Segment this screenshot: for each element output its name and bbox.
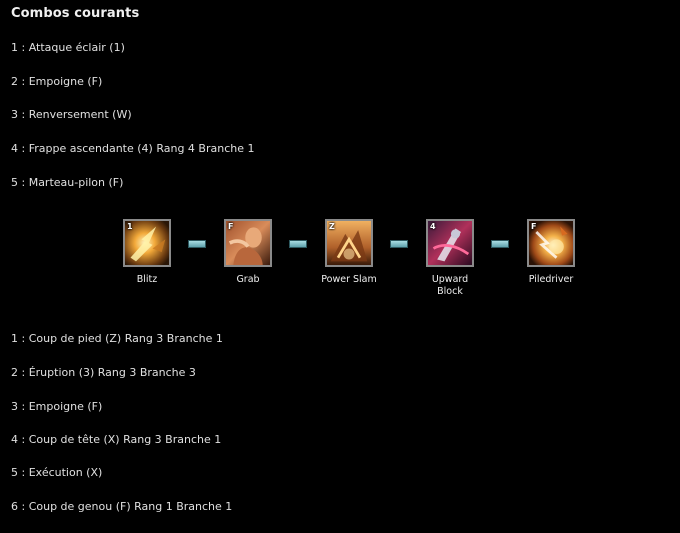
- skill-upward-block[interactable]: 4 Upward Block: [410, 219, 490, 298]
- skill-piledriver[interactable]: F Piledriver: [511, 219, 591, 286]
- power-slam-icon[interactable]: Z: [325, 219, 373, 267]
- combo1-step-2: 2 : Empoigne (F): [11, 75, 103, 88]
- combo-connector: [289, 240, 307, 248]
- blitz-icon[interactable]: 1: [123, 219, 171, 267]
- combo1-step-1: 1 : Attaque éclair (1): [11, 41, 125, 54]
- skill-key-tag: F: [228, 222, 234, 231]
- page-title: Combos courants: [11, 6, 140, 21]
- skill-key-tag: Z: [329, 222, 335, 231]
- skill-grab[interactable]: F Grab: [208, 219, 288, 286]
- skill-key-tag: 4: [430, 222, 436, 231]
- combo1-step-5: 5 : Marteau-pilon (F): [11, 176, 124, 189]
- combo-connector: [188, 240, 206, 248]
- skill-label: Blitz: [136, 274, 158, 285]
- skill-key-tag: 1: [127, 222, 133, 231]
- skill-label: Power Slam: [321, 274, 377, 285]
- combo2-step-6: 6 : Coup de genou (F) Rang 1 Branche 1: [11, 500, 233, 513]
- skill-label: Upward Block: [431, 274, 469, 297]
- skill-label: Piledriver: [528, 274, 574, 285]
- combo2-step-2: 2 : Éruption (3) Rang 3 Branche 3: [11, 366, 196, 379]
- combo-connector: [390, 240, 408, 248]
- combo2-step-1: 1 : Coup de pied (Z) Rang 3 Branche 1: [11, 332, 223, 345]
- combo2-step-4: 4 : Coup de tête (X) Rang 3 Branche 1: [11, 433, 222, 446]
- skill-key-tag: F: [531, 222, 537, 231]
- skill-blitz[interactable]: 1 Blitz: [107, 219, 187, 286]
- piledriver-icon[interactable]: F: [527, 219, 575, 267]
- skill-label: Grab: [236, 274, 260, 285]
- skill-combo-row: 1 Blitz F Grab Z Power Slam 4 Upward Blo…: [0, 219, 680, 309]
- skill-power-slam[interactable]: Z Power Slam: [309, 219, 389, 286]
- combo2-step-3: 3 : Empoigne (F): [11, 400, 103, 413]
- grab-icon[interactable]: F: [224, 219, 272, 267]
- upward-block-icon[interactable]: 4: [426, 219, 474, 267]
- combo-connector: [491, 240, 509, 248]
- combo1-step-4: 4 : Frappe ascendante (4) Rang 4 Branche…: [11, 142, 255, 155]
- combo1-step-3: 3 : Renversement (W): [11, 108, 132, 121]
- combo2-step-5: 5 : Exécution (X): [11, 466, 103, 479]
